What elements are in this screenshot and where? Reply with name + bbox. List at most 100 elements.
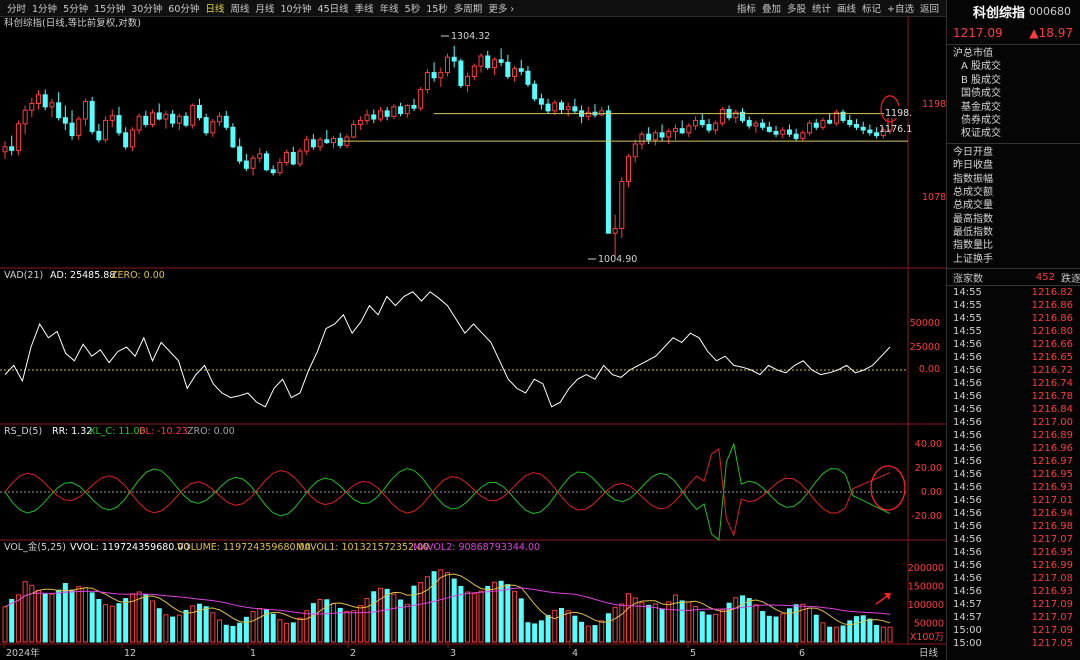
candle-body [518, 68, 524, 72]
volume-bar [471, 593, 477, 643]
vol-title: VOL_金(5,25) [4, 541, 66, 553]
volume-bar [203, 606, 209, 643]
tool-button[interactable]: +自选 [884, 1, 917, 15]
tick-list[interactable]: 14:55 1216.82 14:55 1216.86 14:55 1216.86 14:5… [947, 286, 1080, 650]
period-tab[interactable]: 年线 [377, 1, 402, 15]
tool-button[interactable]: 叠加 [759, 1, 784, 15]
index-stat-item[interactable]: 指数振幅 [953, 173, 1080, 186]
candle-body [478, 55, 484, 67]
period-tab[interactable]: 更多 › [485, 1, 517, 15]
period-tab[interactable]: 30分钟 [128, 1, 165, 15]
breadth-down-label: 跌逐 [1061, 273, 1080, 285]
market-stat-item[interactable]: 权证成交 [953, 127, 1080, 140]
tick-price: 1216.95 [1031, 469, 1073, 481]
period-tab[interactable]: 多周期 [451, 1, 486, 15]
volume-bar [652, 603, 658, 643]
period-tab[interactable]: 15分钟 [91, 1, 128, 15]
period-tab[interactable]: 10分钟 [277, 1, 314, 15]
volume-bar [780, 613, 786, 643]
volume-bar [485, 585, 491, 643]
index-stat-item[interactable]: 最低指数 [953, 226, 1080, 239]
volume-bar [49, 593, 55, 643]
tick-time: 14:56 [953, 560, 982, 572]
market-stat-item[interactable]: A 股成交 [953, 60, 1080, 73]
period-tab[interactable]: 月线 [252, 1, 277, 15]
tick-time: 14:56 [953, 573, 982, 585]
volume-bar [418, 582, 424, 643]
candle-body [424, 72, 430, 91]
index-stat-item[interactable]: 指数量比 [953, 239, 1080, 252]
volume-bar [96, 598, 102, 643]
candle-body [2, 146, 8, 153]
candle-body [867, 129, 873, 134]
tool-button[interactable]: 多股 [784, 1, 809, 15]
volume-bar [773, 616, 779, 643]
candle-body [9, 146, 15, 151]
tick-time: 14:56 [953, 352, 982, 364]
index-code: 000680 [1029, 4, 1072, 18]
candle-body [853, 124, 859, 128]
period-tab[interactable]: 45日线 [315, 1, 352, 15]
tick-row: 14:56 1216.72 [953, 364, 1080, 377]
candle-body [69, 122, 75, 137]
volume-bar [290, 622, 296, 643]
market-stat-item[interactable]: 沪总市值 [953, 47, 1080, 60]
breadth-up-count: 452 [1035, 271, 1055, 283]
tick-time: 14:56 [953, 430, 982, 442]
volume-bar [149, 600, 156, 643]
candle-body [290, 151, 296, 165]
tool-button[interactable]: 返回 [917, 1, 942, 15]
tick-price: 1216.72 [1031, 365, 1073, 377]
period-tab[interactable]: 分时 [4, 1, 29, 15]
tick-time: 14:56 [953, 521, 982, 533]
market-stat-item[interactable]: 国债成交 [953, 87, 1080, 100]
rsd-axis-label: -20.00 [911, 511, 942, 522]
candle-body [780, 129, 786, 135]
period-tab[interactable]: 15秒 [423, 1, 451, 15]
market-stat-item[interactable]: 基金成交 [953, 101, 1080, 114]
price-tag: 1176.1 [879, 124, 912, 135]
tool-button[interactable]: 统计 [809, 1, 834, 15]
tick-row: 14:56 1217.00 [953, 416, 1080, 429]
candle-body [773, 130, 779, 135]
period-tab[interactable]: 60分钟 [165, 1, 202, 15]
volume-bar [760, 611, 766, 643]
period-tab[interactable]: 5分钟 [60, 1, 91, 15]
period-tab[interactable]: 季线 [352, 1, 377, 15]
period-tab[interactable]: 1分钟 [29, 1, 60, 15]
tick-time: 14:56 [953, 469, 982, 481]
vad-title: VAD(21) [4, 270, 43, 281]
index-stat-item[interactable]: 总成交量 [953, 199, 1080, 212]
tool-button[interactable]: 画线 [834, 1, 859, 15]
index-stat-item[interactable]: 最高指数 [953, 213, 1080, 226]
volume-bar [22, 581, 28, 643]
index-stat-item[interactable]: 昨日收盘 [953, 159, 1080, 172]
period-tab[interactable]: 日线 [202, 1, 227, 15]
index-stat-item[interactable]: 今日开盘 [953, 146, 1080, 159]
vol-axis-label: 200000 [908, 563, 944, 574]
volume-bar [532, 623, 538, 643]
candle-body [404, 104, 410, 115]
rsd-xl: XL_C: 11.00 [89, 426, 146, 437]
index-stat-item[interactable]: 上证换手 [953, 253, 1080, 266]
candle-body [49, 102, 55, 108]
period-tab[interactable]: 周线 [227, 1, 252, 15]
chart-area[interactable]: 科创综指(日线,等比前复权,对数) 1304.32 1004.90 1198 1078 1… [0, 16, 946, 660]
tick-row: 14:56 1216.74 [953, 377, 1080, 390]
candle-body [170, 113, 176, 124]
tick-price: 1217.01 [1031, 495, 1073, 507]
volume-bar [833, 626, 839, 643]
index-stat-item[interactable]: 总成交额 [953, 186, 1080, 199]
tick-price: 1217.09 [1031, 599, 1073, 611]
market-stat-item[interactable]: B 股成交 [953, 74, 1080, 87]
candle-body [217, 115, 223, 123]
breadth-row: 涨家数 452 跌逐 [947, 269, 1080, 287]
tick-time: 14:55 [953, 287, 982, 299]
period-tab[interactable]: 5秒 [402, 1, 424, 15]
tick-row: 14:56 1216.97 [953, 455, 1080, 468]
market-stat-item[interactable]: 债券成交 [953, 114, 1080, 127]
tool-button[interactable]: 标记 [859, 1, 884, 15]
candle-body [163, 113, 169, 120]
tool-button[interactable]: 指标 [734, 1, 759, 15]
tick-price: 1216.97 [1031, 456, 1073, 468]
